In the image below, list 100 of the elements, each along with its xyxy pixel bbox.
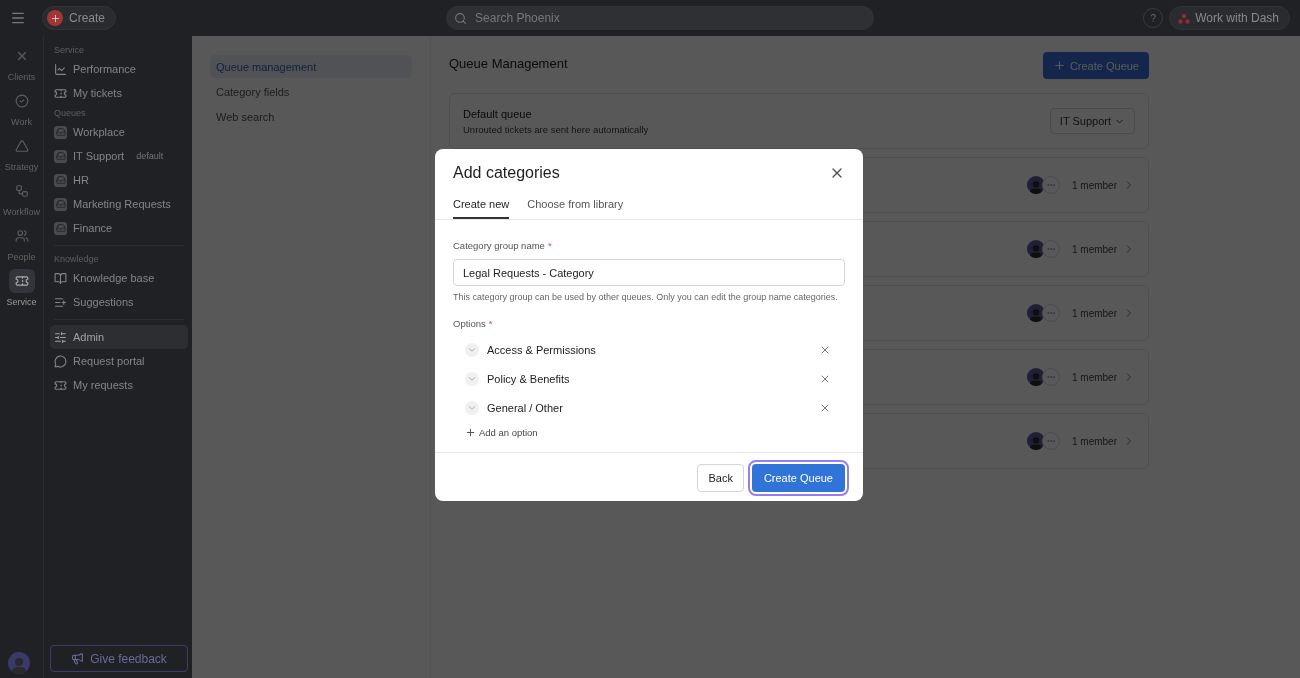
rail-item[interactable]: People <box>0 222 43 264</box>
input-field[interactable]: Legal Requests - Category <box>453 259 845 286</box>
ticket-icon <box>54 378 67 392</box>
people-icon <box>14 229 29 243</box>
add-option-button[interactable]: Add an option <box>465 427 845 438</box>
nav-link[interactable]: Web search <box>210 105 412 128</box>
create-button[interactable]: Create <box>42 6 117 30</box>
sidebar-item[interactable]: My tickets <box>50 81 188 105</box>
option-label: Policy & Benefits <box>487 372 571 385</box>
more-icon[interactable] <box>1042 432 1060 450</box>
item-label: Performance <box>73 63 136 75</box>
card-subtitle: Unrouted tickets are sent here automatically <box>463 123 649 135</box>
member-count: 1 member <box>1072 435 1117 447</box>
sidebar-item[interactable]: Knowledge base <box>50 266 188 290</box>
sidebar-item[interactable]: Suggestions <box>50 290 188 314</box>
chart-icon <box>54 62 67 76</box>
plus-icon <box>465 427 476 438</box>
inbox-icon <box>54 149 67 163</box>
option-label: Access & Permissions <box>487 343 597 356</box>
search-field[interactable]: Search Phoenix <box>446 6 875 30</box>
sliders-icon <box>54 330 67 344</box>
book-icon <box>54 271 67 285</box>
nav-link[interactable]: Category fields <box>210 80 412 103</box>
item-label: Finance <box>73 222 113 234</box>
avatar[interactable] <box>8 652 30 674</box>
sidebar-item[interactable]: Finance <box>50 216 188 240</box>
dialog-title: Add categories <box>453 164 560 182</box>
more-icon[interactable] <box>1042 176 1060 194</box>
section-heading: Knowledge <box>53 253 100 266</box>
search-icon <box>454 11 468 25</box>
item-label: HR <box>73 174 89 186</box>
sidebar-item[interactable]: Performance <box>50 57 188 81</box>
required-mark: * <box>547 240 552 251</box>
item-label: Knowledge base <box>73 272 155 284</box>
more-icon[interactable] <box>1042 368 1060 386</box>
dots-icon <box>1178 12 1191 24</box>
check-circle-icon <box>14 94 29 108</box>
member-count: 1 member <box>1072 371 1117 383</box>
sidebar-item[interactable]: Marketing Requests <box>50 192 188 216</box>
item-label: Workplace <box>73 126 125 138</box>
inbox-icon <box>54 197 67 211</box>
member-count: 1 member <box>1072 307 1117 319</box>
sidebar-item[interactable]: Workplace <box>50 120 188 144</box>
back-button[interactable]: Back <box>697 464 744 492</box>
option-label: General / Other <box>487 401 564 414</box>
queue-select[interactable]: IT Support <box>1049 108 1135 134</box>
item-label: Admin <box>73 331 105 343</box>
inbox-icon <box>54 173 67 187</box>
list-icon <box>54 295 67 309</box>
field-label: Category group name <box>453 240 545 251</box>
menu-icon[interactable] <box>10 10 26 26</box>
member-count: 1 member <box>1072 243 1117 255</box>
speech-bubble-icon <box>54 354 67 368</box>
more-icon[interactable] <box>1042 240 1060 258</box>
chevron-down-icon[interactable] <box>465 342 479 357</box>
rail-item[interactable]: Work <box>0 87 43 129</box>
rail-item[interactable]: Service <box>0 267 43 309</box>
rail-item[interactable]: Clients <box>0 42 43 84</box>
avatar <box>1027 368 1045 386</box>
dash-button[interactable]: Work with Dash <box>1169 6 1290 30</box>
workflow-icon <box>14 184 29 198</box>
plus-icon <box>47 10 63 26</box>
item-label: My tickets <box>73 87 122 99</box>
rail-item[interactable]: Workflow <box>0 177 43 219</box>
feedback-button[interactable]: Give feedback <box>50 645 188 672</box>
triangle-icon <box>14 139 29 153</box>
inbox-icon <box>54 221 67 235</box>
item-label: Marketing Requests <box>73 198 171 210</box>
tab[interactable]: Create new <box>453 198 510 219</box>
avatar <box>1027 240 1045 258</box>
rail-item[interactable]: Strategy <box>0 132 43 174</box>
card-title: Default queue <box>463 107 533 120</box>
more-icon[interactable] <box>1042 304 1060 322</box>
field-label: Options <box>453 318 486 329</box>
chevron-down-icon[interactable] <box>465 371 479 386</box>
avatar <box>1027 304 1045 322</box>
ticket-icon <box>14 274 29 288</box>
default-tag: default <box>136 151 164 161</box>
chevron-down-icon[interactable] <box>465 400 479 415</box>
sidebar-item[interactable]: Admin <box>50 325 188 349</box>
avatar <box>1027 176 1045 194</box>
item-label: IT Support <box>73 150 125 162</box>
sidebar-item[interactable]: Request portal <box>50 349 188 373</box>
sidebar-item[interactable]: My requests <box>50 373 188 397</box>
inbox-icon <box>54 125 67 139</box>
required-mark: * <box>488 318 493 329</box>
item-label: Suggestions <box>73 296 134 308</box>
ticket-icon <box>54 86 67 100</box>
item-label: Request portal <box>73 355 145 367</box>
tab[interactable]: Choose from library <box>527 198 624 219</box>
plus-icon <box>1052 59 1066 72</box>
member-count: 1 member <box>1072 179 1117 191</box>
help-text: This category group can be used by other queues. Only you can edit the group name categories. <box>453 291 839 304</box>
item-label: My requests <box>73 379 133 391</box>
sidebar-item[interactable]: HR <box>50 168 188 192</box>
page-title: Queue Management <box>449 56 568 71</box>
avatar <box>1027 432 1045 450</box>
search-input[interactable]: Search Phoenix <box>473 10 867 26</box>
megaphone-icon <box>71 652 85 665</box>
sidebar-item[interactable]: IT Support default <box>50 144 188 168</box>
